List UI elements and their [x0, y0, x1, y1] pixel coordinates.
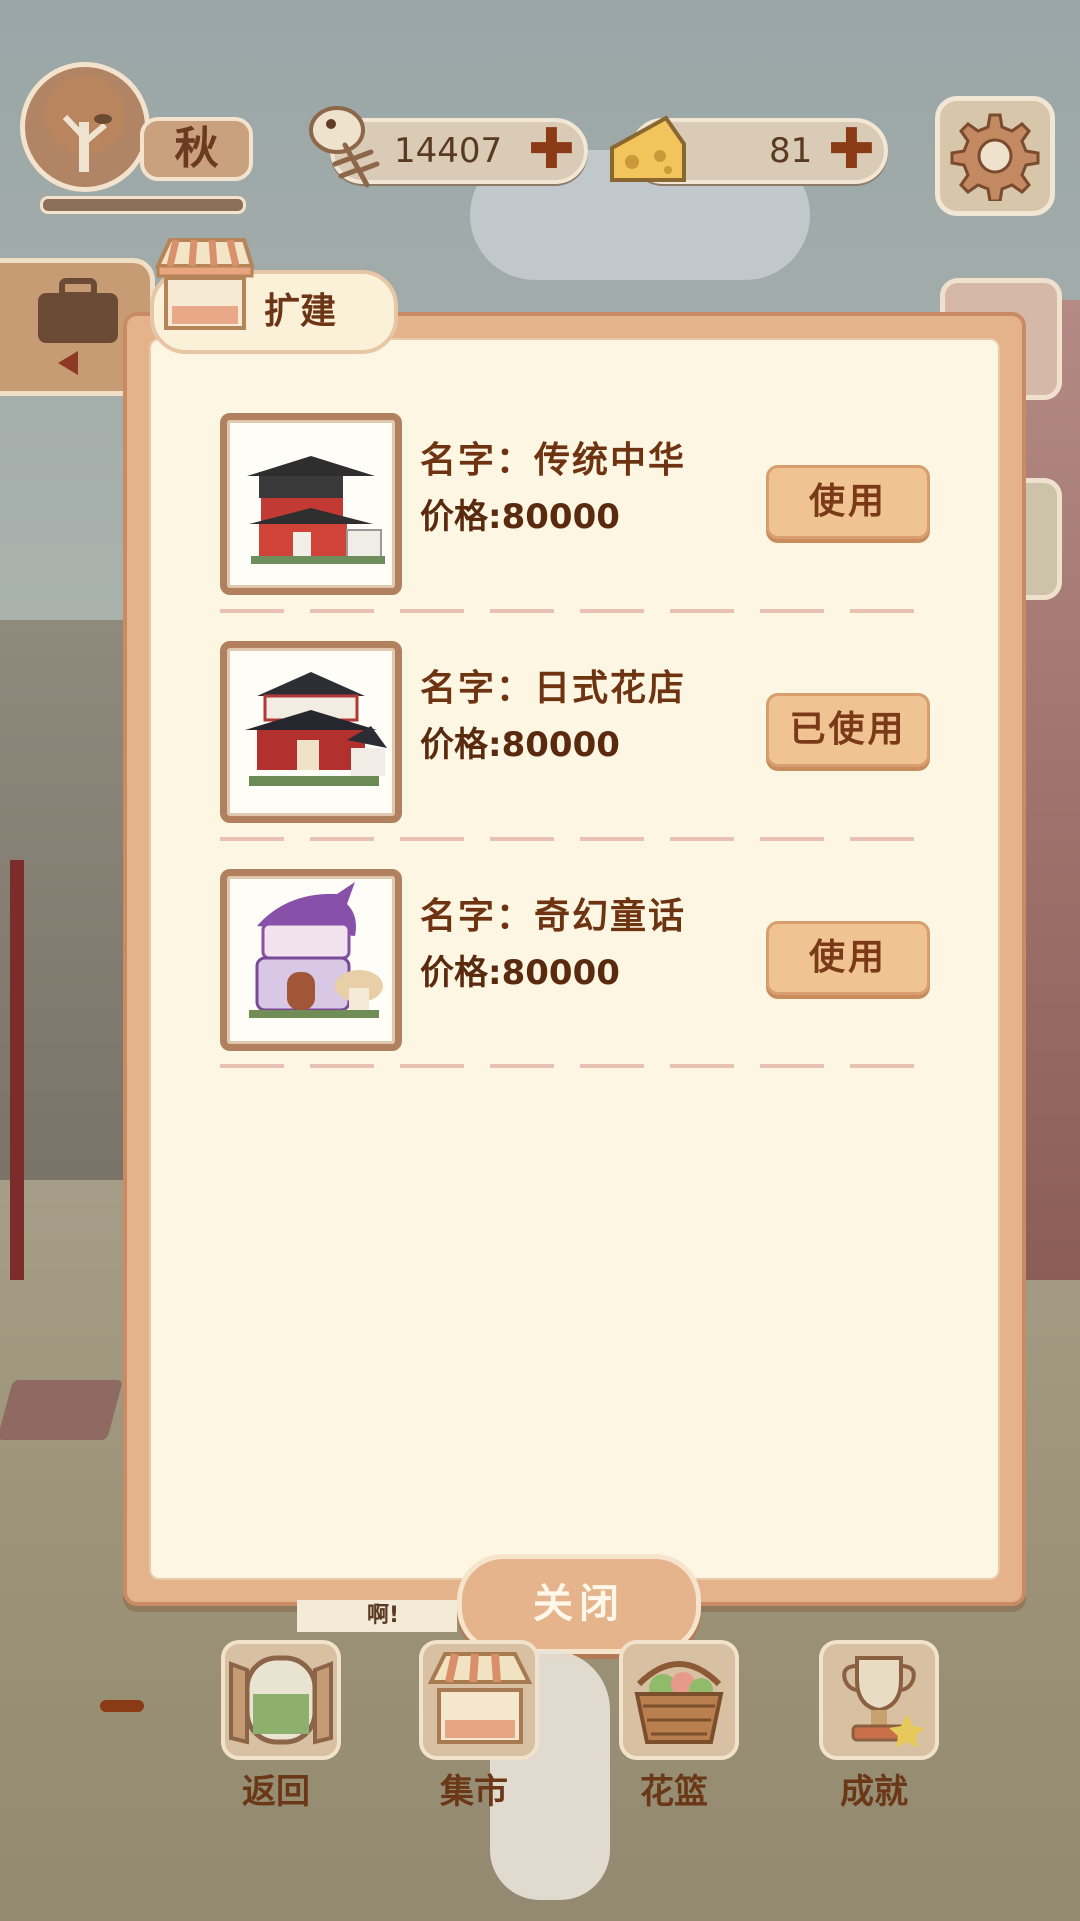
speech-bubble: 啊! [297, 1600, 457, 1632]
close-button[interactable]: 关闭 [457, 1554, 701, 1654]
use-button[interactable]: 使用 [766, 921, 930, 995]
season-badge[interactable]: 秋 [20, 62, 253, 214]
item-price: 价格:80000 [420, 953, 620, 993]
fantasy-fairytale-thumbnail [220, 869, 402, 1051]
market-stall-icon [154, 238, 255, 330]
flower-basket-icon [619, 1640, 739, 1760]
item-name: 名字：日式花店 [420, 668, 687, 709]
window-icon [221, 1640, 341, 1760]
fish-count: 14407 [394, 131, 503, 171]
nav-label: 返回 [242, 1772, 310, 1812]
season-label: 秋 [140, 117, 253, 181]
list-item: 名字：日式花店 价格:80000 已使用 [220, 641, 930, 823]
chinese-building-thumbnail [220, 413, 402, 595]
fishbone-icon [305, 100, 385, 195]
cheese-count: 81 [769, 131, 813, 171]
cheese-icon [606, 108, 690, 192]
settings-button[interactable] [935, 96, 1055, 216]
item-price: 价格:80000 [420, 725, 620, 765]
briefcase-icon [38, 278, 118, 375]
tree-icon [20, 62, 150, 192]
list-item: 名字：传统中华 价格:80000 使用 [220, 413, 930, 595]
minus-indicator [100, 1700, 144, 1712]
item-name: 名字：奇幻童话 [420, 896, 687, 937]
nav-label: 花篮 [640, 1772, 708, 1812]
trophy-icon [819, 1640, 939, 1760]
nav-label: 成就 [840, 1772, 908, 1812]
background-mat [0, 1380, 124, 1440]
background-flag-pole [10, 860, 24, 1280]
nav-label: 集市 [440, 1772, 508, 1812]
nav-flower-basket[interactable]: 花篮 [604, 1640, 744, 1830]
item-price: 价格:80000 [420, 497, 620, 537]
use-button[interactable]: 使用 [766, 465, 930, 539]
japanese-flower-shop-thumbnail [220, 641, 402, 823]
add-fish-button[interactable]: ✚ [528, 122, 575, 178]
row-divider [220, 837, 930, 841]
market-stall-icon [419, 1640, 539, 1760]
gear-icon [950, 113, 1040, 201]
season-progress-bar [40, 196, 246, 214]
dialog-title-tab: 扩建 [150, 238, 398, 354]
row-divider [220, 609, 930, 613]
nav-market[interactable]: 集市 [404, 1640, 544, 1830]
nav-achievements[interactable]: 成就 [804, 1640, 944, 1830]
dialog-title: 扩建 [264, 291, 337, 332]
used-button[interactable]: 已使用 [766, 693, 930, 767]
list-item: 名字：奇幻童话 价格:80000 使用 [220, 869, 930, 1051]
add-cheese-button[interactable]: ✚ [828, 122, 875, 178]
row-divider [220, 1064, 930, 1068]
nav-back[interactable]: 返回 [206, 1640, 346, 1830]
item-name: 名字：传统中华 [420, 440, 687, 481]
